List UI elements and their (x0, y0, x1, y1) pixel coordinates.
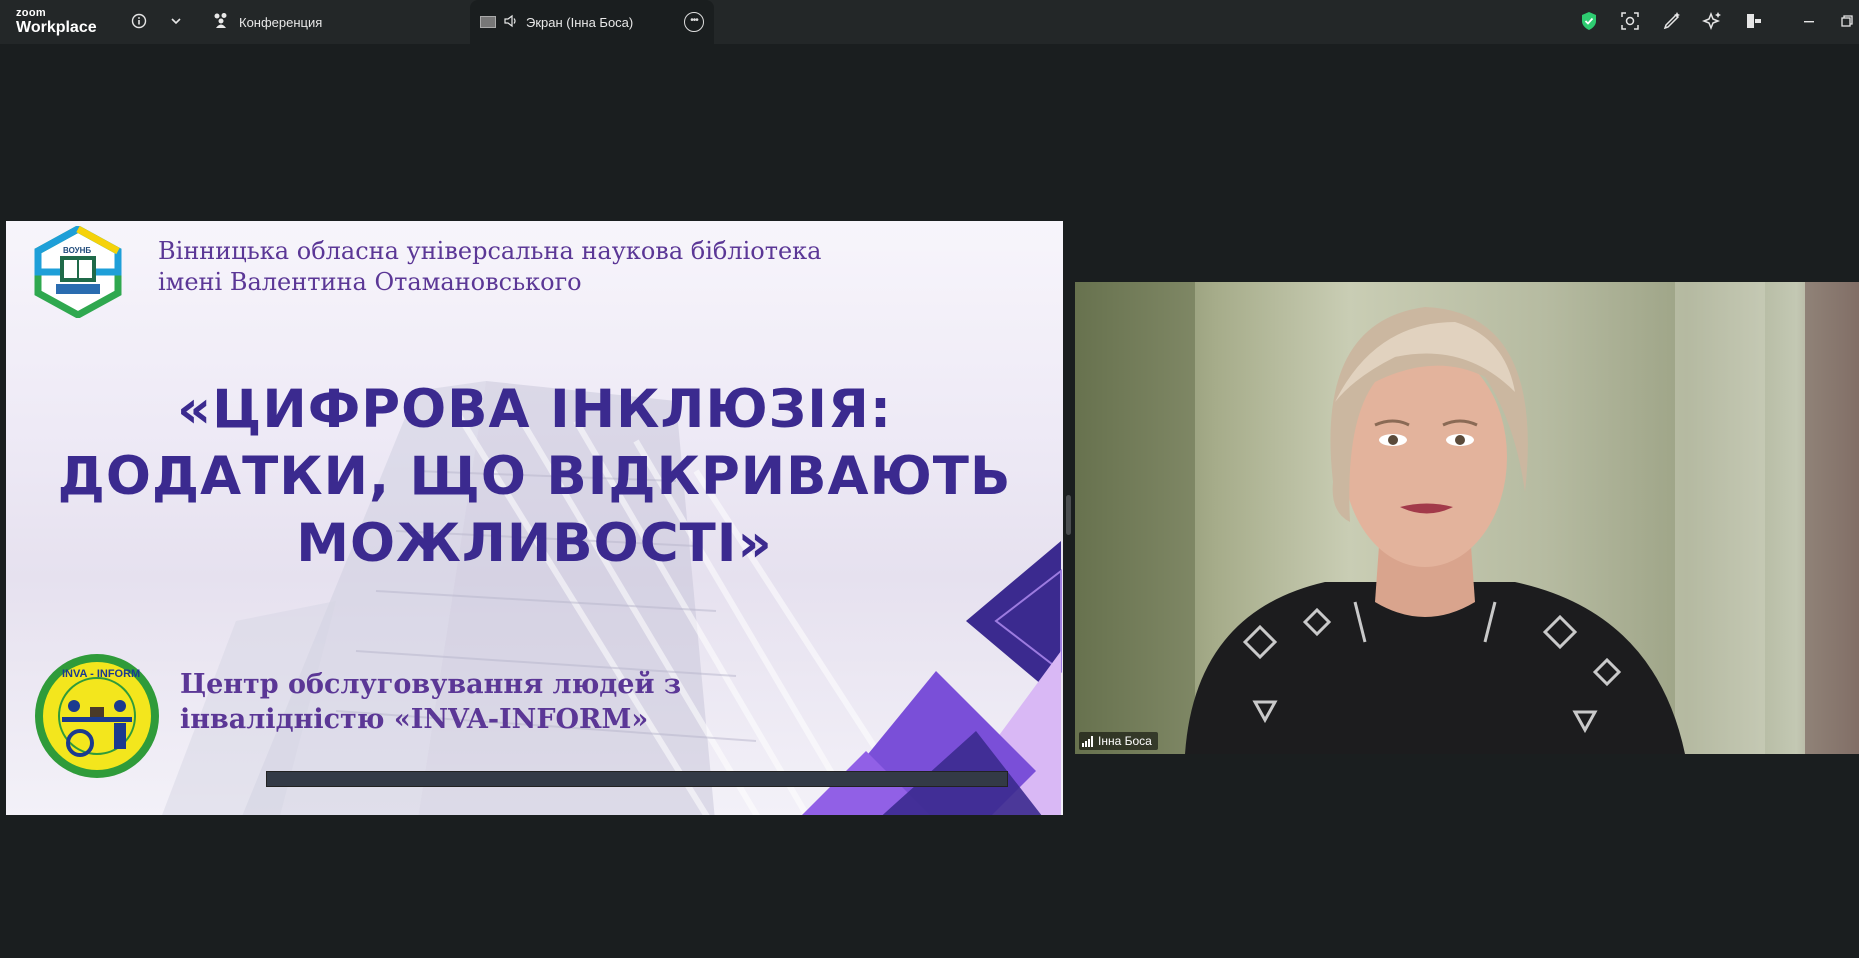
tab-screen-label: Экран (Інна Боса) (526, 14, 634, 30)
library-logo (34, 226, 122, 318)
center-name-line1: Центр обслуговування людей з (180, 669, 682, 700)
annotate-icon[interactable] (1661, 10, 1683, 32)
chevron-down-icon[interactable] (165, 10, 187, 32)
shared-screen-slide[interactable]: ВОУНБ Вінницька обласна універсальна нау… (6, 221, 1063, 815)
tab-conference-label: Конференция (239, 14, 323, 30)
library-name-line2: імені Валентина Отамановського (158, 268, 582, 296)
participant-name: Інна Боса (1098, 734, 1152, 748)
participants-icon (212, 12, 230, 32)
speaker-icon (504, 14, 518, 31)
participant-video[interactable]: Інна Боса (1075, 282, 1859, 754)
center-name: Центр обслуговування людей з інвалідніст… (180, 667, 681, 737)
view-icon[interactable] (1743, 10, 1765, 32)
center-name-line2: інвалідністю «INVA-INFORM» (180, 704, 649, 735)
info-icon[interactable] (128, 10, 150, 32)
more-options-icon[interactable]: ••• (684, 12, 704, 32)
slide-dark-bar (266, 771, 1008, 787)
zoom-meeting-window: zoom Workplace Конференция Экран (Інна Б… (0, 0, 1859, 958)
split-divider-handle[interactable] (1066, 495, 1071, 535)
participant-video-image (1075, 282, 1859, 754)
library-name-line1: Вінницька обласна універсальна наукова б… (158, 237, 822, 265)
shield-check-icon[interactable] (1578, 10, 1600, 32)
signal-strength-icon (1082, 735, 1093, 747)
restore-icon[interactable] (1836, 10, 1858, 32)
title-bar: zoom Workplace Конференция Экран (Інна Б… (0, 0, 1859, 44)
ai-sparkle-icon[interactable] (1701, 10, 1723, 32)
reactions-icon[interactable] (1619, 10, 1641, 32)
slide-title-line1: «ЦИФРОВА ІНКЛЮЗІЯ: (176, 379, 893, 440)
participant-name-tag: Інна Боса (1079, 732, 1158, 750)
library-name: Вінницька обласна універсальна наукова б… (158, 236, 822, 298)
inva-logo-text: INVA - INFORM (62, 668, 141, 680)
logo-line1: zoom (16, 7, 46, 19)
zoom-workplace-logo: zoom Workplace (16, 8, 97, 36)
tab-conference[interactable]: Конференция (212, 0, 322, 44)
logo-line2: Workplace (16, 19, 97, 36)
slide-title-line2: ДОДАТКИ, ЩО ВІДКРИВАЮТЬ (57, 446, 1012, 507)
library-logo-text: ВОУНБ (63, 246, 92, 255)
minimize-icon[interactable] (1798, 10, 1820, 32)
screen-thumbnail-icon (480, 16, 496, 28)
tab-screen-share[interactable]: Экран (Інна Боса) ••• (470, 0, 714, 44)
